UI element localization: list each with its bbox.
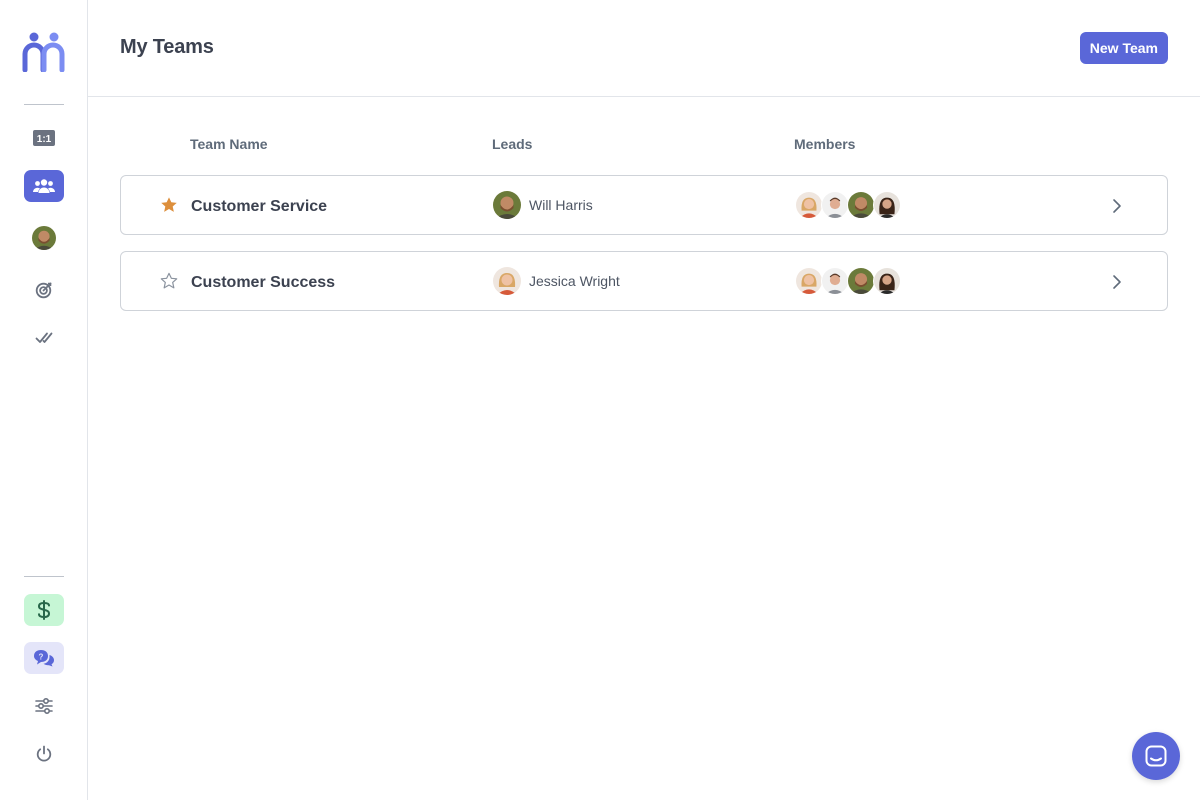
- chevron-right-icon[interactable]: [1107, 196, 1127, 216]
- column-header-members: Members: [794, 136, 856, 152]
- star-outline-icon[interactable]: [160, 272, 178, 290]
- chat-launcher-button[interactable]: [1132, 732, 1180, 780]
- sidebar-divider-top: [24, 104, 64, 105]
- avatar: [493, 191, 521, 219]
- svg-text:?: ?: [39, 653, 44, 662]
- sidebar-item-goals[interactable]: [24, 274, 64, 306]
- table-header: Team Name Leads Members: [120, 136, 1168, 154]
- column-header-team-name: Team Name: [190, 136, 268, 152]
- avatar: [821, 191, 849, 219]
- logo-icon[interactable]: [22, 30, 66, 73]
- sidebar-item-settings[interactable]: [24, 690, 64, 722]
- svg-text:1:1: 1:1: [37, 134, 52, 145]
- sidebar-divider-bottom: [24, 576, 64, 577]
- avatar: [32, 226, 56, 250]
- target-icon: [35, 282, 52, 299]
- column-header-leads: Leads: [492, 136, 533, 152]
- power-icon: [36, 745, 52, 762]
- sidebar-item-logout[interactable]: [24, 738, 64, 770]
- table-row[interactable]: Customer Success Jessica Wright: [120, 251, 1168, 311]
- page-header: My Teams New Team: [88, 0, 1200, 97]
- avatar: [795, 267, 823, 295]
- avatar: [847, 267, 875, 295]
- sidebar-item-billing[interactable]: [24, 594, 64, 626]
- new-team-button[interactable]: New Team: [1079, 32, 1168, 64]
- chat-bubbles-icon: ?: [34, 650, 54, 667]
- avatar: [873, 191, 901, 219]
- sidebar-item-tasks[interactable]: [24, 322, 64, 354]
- member-avatars: [795, 191, 901, 219]
- team-lead: Jessica Wright: [493, 267, 620, 295]
- member-avatars: [795, 267, 901, 295]
- sidebar: 1:1 ?: [0, 0, 88, 800]
- sidebar-item-feedback[interactable]: ?: [24, 642, 64, 674]
- avatar: [493, 267, 521, 295]
- table-row[interactable]: Customer Service Will Harris: [120, 175, 1168, 235]
- avatar: [795, 191, 823, 219]
- avatar: [873, 267, 901, 295]
- one-on-one-icon: 1:1: [33, 130, 55, 146]
- lead-name: Jessica Wright: [529, 273, 620, 289]
- avatar: [821, 267, 849, 295]
- avatar: [847, 191, 875, 219]
- page-title: My Teams: [120, 36, 214, 58]
- users-icon: [33, 179, 55, 193]
- team-name: Customer Service: [191, 198, 328, 215]
- sidebar-item-profile[interactable]: [24, 222, 64, 254]
- sliders-icon: [35, 698, 53, 714]
- team-name: Customer Success: [191, 274, 336, 291]
- chevron-right-icon[interactable]: [1107, 272, 1127, 292]
- lead-name: Will Harris: [529, 197, 593, 213]
- double-check-icon: [35, 332, 53, 343]
- sidebar-item-one-on-one[interactable]: 1:1: [24, 122, 64, 154]
- dollar-icon: [37, 600, 51, 620]
- team-lead: Will Harris: [493, 191, 593, 219]
- chat-icon: [1145, 745, 1167, 767]
- star-filled-icon[interactable]: [160, 196, 178, 214]
- sidebar-item-teams[interactable]: [24, 170, 64, 202]
